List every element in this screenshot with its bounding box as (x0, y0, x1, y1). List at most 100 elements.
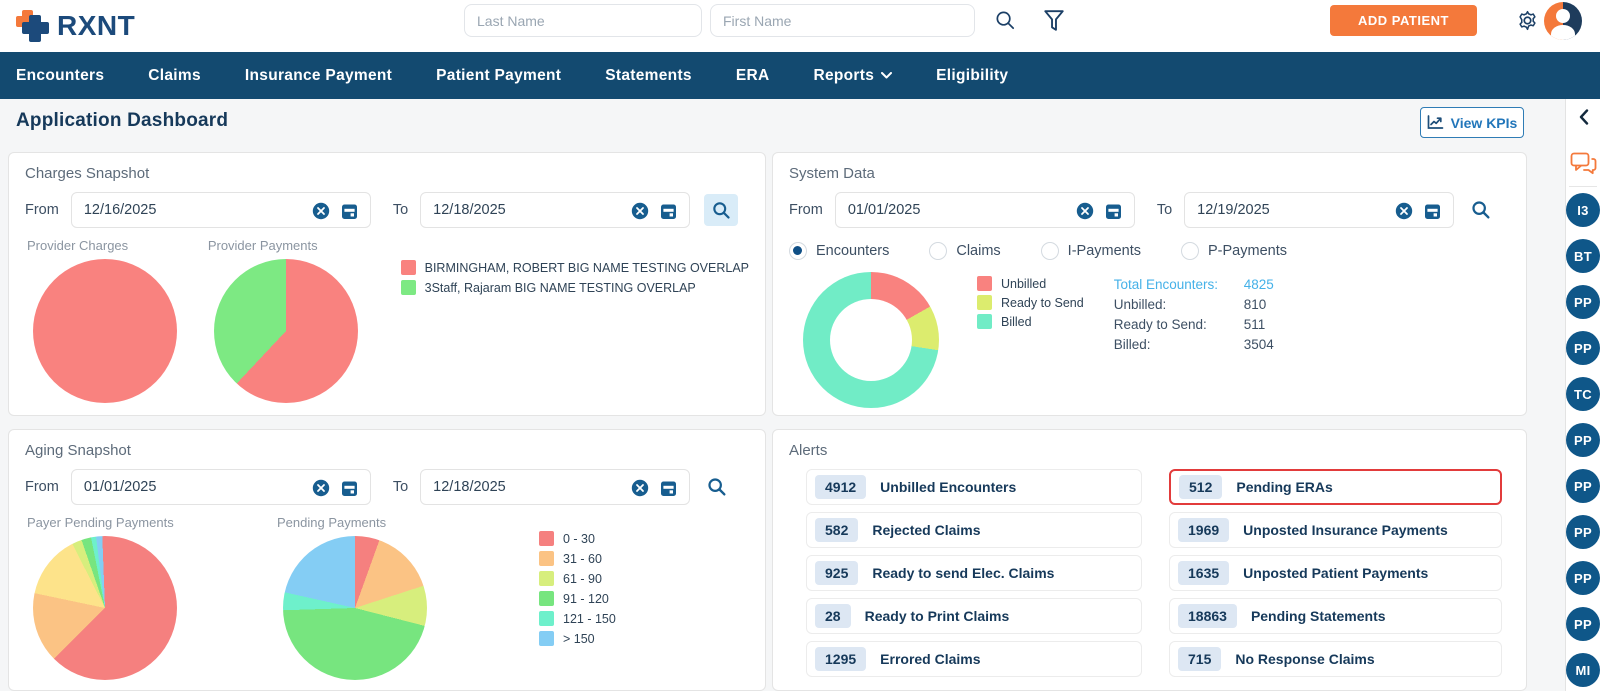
search-button[interactable] (706, 476, 728, 498)
alert-no-response-claims[interactable]: 715No Response Claims (1169, 641, 1502, 677)
logo-cross-icon (16, 7, 52, 44)
view-kpis-button[interactable]: View KPIs (1420, 107, 1524, 138)
nav-item-claims[interactable]: Claims (148, 67, 201, 85)
user-badge[interactable]: I3 (1566, 193, 1600, 227)
user-badge[interactable]: PP (1566, 285, 1600, 319)
alert-pending-statements[interactable]: 18863Pending Statements (1169, 598, 1502, 634)
legend-label: 3Staff, Rajaram BIG NAME TESTING OVERLAP (425, 281, 696, 295)
pending-payments-pie (283, 536, 427, 680)
nav-item-encounters[interactable]: Encounters (16, 67, 104, 85)
legend-swatch (539, 531, 554, 546)
user-badge[interactable]: BT (1566, 239, 1600, 273)
user-badge[interactable]: PP (1566, 607, 1600, 641)
first-name-input[interactable] (710, 4, 975, 37)
chevron-down-icon (881, 72, 892, 79)
calendar-icon[interactable] (1424, 202, 1441, 225)
nav-item-era[interactable]: ERA (736, 67, 770, 85)
alert-ready-to-send-elec-claims[interactable]: 925Ready to send Elec. Claims (806, 555, 1142, 591)
line-chart-icon (1427, 115, 1444, 130)
alert-label: Unposted Insurance Payments (1243, 522, 1448, 538)
user-badge[interactable]: PP (1566, 515, 1600, 549)
calendar-icon[interactable] (660, 202, 677, 225)
user-badge[interactable]: PP (1566, 423, 1600, 457)
search-icon[interactable] (994, 9, 1017, 37)
to-date-field[interactable] (420, 469, 690, 505)
legend-swatch (539, 551, 554, 566)
to-date-field[interactable] (1184, 192, 1454, 228)
nav-item-reports[interactable]: Reports (813, 67, 892, 85)
alert-label: Pending Statements (1251, 608, 1386, 624)
user-badge[interactable]: PP (1566, 561, 1600, 595)
legend-swatch (401, 260, 416, 275)
sidebar-divider (1569, 186, 1597, 187)
system-data-type-radios: Encounters Claims I-Payments P-Payments (789, 242, 1510, 260)
chart-title: Provider Payments (208, 238, 387, 253)
nav-item-eligibility[interactable]: Eligibility (936, 67, 1008, 85)
encounters-donut-chart (803, 272, 939, 408)
chat-icon[interactable] (1566, 151, 1600, 177)
legend-label: 91 - 120 (563, 592, 609, 606)
panel-title: System Data (789, 165, 1510, 182)
radio-i-payments[interactable]: I-Payments (1041, 242, 1141, 260)
legend-label: > 150 (563, 632, 595, 646)
search-button[interactable] (1470, 199, 1492, 221)
radio-encounters[interactable]: Encounters (789, 242, 889, 260)
alert-unbilled-encounters[interactable]: 4912Unbilled Encounters (806, 469, 1142, 505)
last-name-input[interactable] (464, 4, 702, 37)
panel-title: Alerts (789, 442, 1510, 459)
stat-label: Billed: (1114, 337, 1244, 352)
legend-label: 121 - 150 (563, 612, 616, 626)
alert-rejected-claims[interactable]: 582Rejected Claims (806, 512, 1142, 548)
clear-icon[interactable] (1076, 202, 1094, 225)
user-badge[interactable]: PP (1566, 331, 1600, 365)
to-date-field[interactable] (420, 192, 690, 228)
legend-swatch (977, 276, 992, 291)
alert-count-badge: 4912 (815, 475, 866, 499)
nav-item-statements[interactable]: Statements (605, 67, 692, 85)
legend-swatch (539, 631, 554, 646)
clear-icon[interactable] (1395, 202, 1413, 225)
stat-value: 4825 (1244, 277, 1274, 292)
add-patient-button[interactable]: ADD PATIENT (1330, 5, 1477, 36)
panel-title: Aging Snapshot (25, 442, 749, 459)
clear-icon[interactable] (312, 479, 330, 502)
user-avatar[interactable] (1544, 2, 1582, 40)
nav-item-patient-payment[interactable]: Patient Payment (436, 67, 561, 85)
user-badge[interactable]: TC (1566, 377, 1600, 411)
legend-label: BIRMINGHAM, ROBERT BIG NAME TESTING OVER… (425, 261, 749, 275)
search-button[interactable] (704, 194, 738, 226)
alert-unposted-insurance-payments[interactable]: 1969 Unposted Insurance Payments (1169, 512, 1502, 548)
legend-swatch (977, 314, 992, 329)
alert-ready-to-print-claims[interactable]: 28Ready to Print Claims (806, 598, 1142, 634)
radio-claims[interactable]: Claims (929, 242, 1000, 260)
alert-pending-eras[interactable]: 512Pending ERAs (1169, 469, 1502, 505)
from-date-field[interactable] (71, 469, 371, 505)
clear-icon[interactable] (631, 479, 649, 502)
calendar-icon[interactable] (1105, 202, 1122, 225)
calendar-icon[interactable] (660, 479, 677, 502)
calendar-icon[interactable] (341, 479, 358, 502)
chart-title: Payer Pending Payments (27, 515, 275, 530)
from-date-field[interactable] (71, 192, 371, 228)
calendar-icon[interactable] (341, 202, 358, 225)
stat-value: 3504 (1244, 337, 1274, 352)
to-label: To (1157, 202, 1172, 218)
clear-icon[interactable] (631, 202, 649, 225)
clear-icon[interactable] (312, 202, 330, 225)
stat-label: Unbilled: (1114, 297, 1244, 312)
filter-icon[interactable] (1043, 9, 1065, 37)
from-date-field[interactable] (835, 192, 1135, 228)
alert-unposted-patient-payments[interactable]: 1635Unposted Patient Payments (1169, 555, 1502, 591)
app-logo: RXNT (16, 7, 135, 44)
alert-count-badge: 1969 (1178, 518, 1229, 542)
user-badge[interactable]: PP (1566, 469, 1600, 503)
payer-pending-payments-pie (33, 536, 177, 680)
radio-p-payments[interactable]: P-Payments (1181, 242, 1287, 260)
alert-errored-claims[interactable]: 1295Errored Claims (806, 641, 1142, 677)
collapse-chevron-icon[interactable] (1566, 109, 1600, 125)
user-badge[interactable]: MI (1566, 653, 1600, 687)
main-nav: Encounters Claims Insurance Payment Pati… (0, 52, 1600, 99)
to-label: To (393, 202, 408, 218)
gear-icon[interactable] (1516, 9, 1539, 37)
nav-item-insurance-payment[interactable]: Insurance Payment (245, 67, 392, 85)
